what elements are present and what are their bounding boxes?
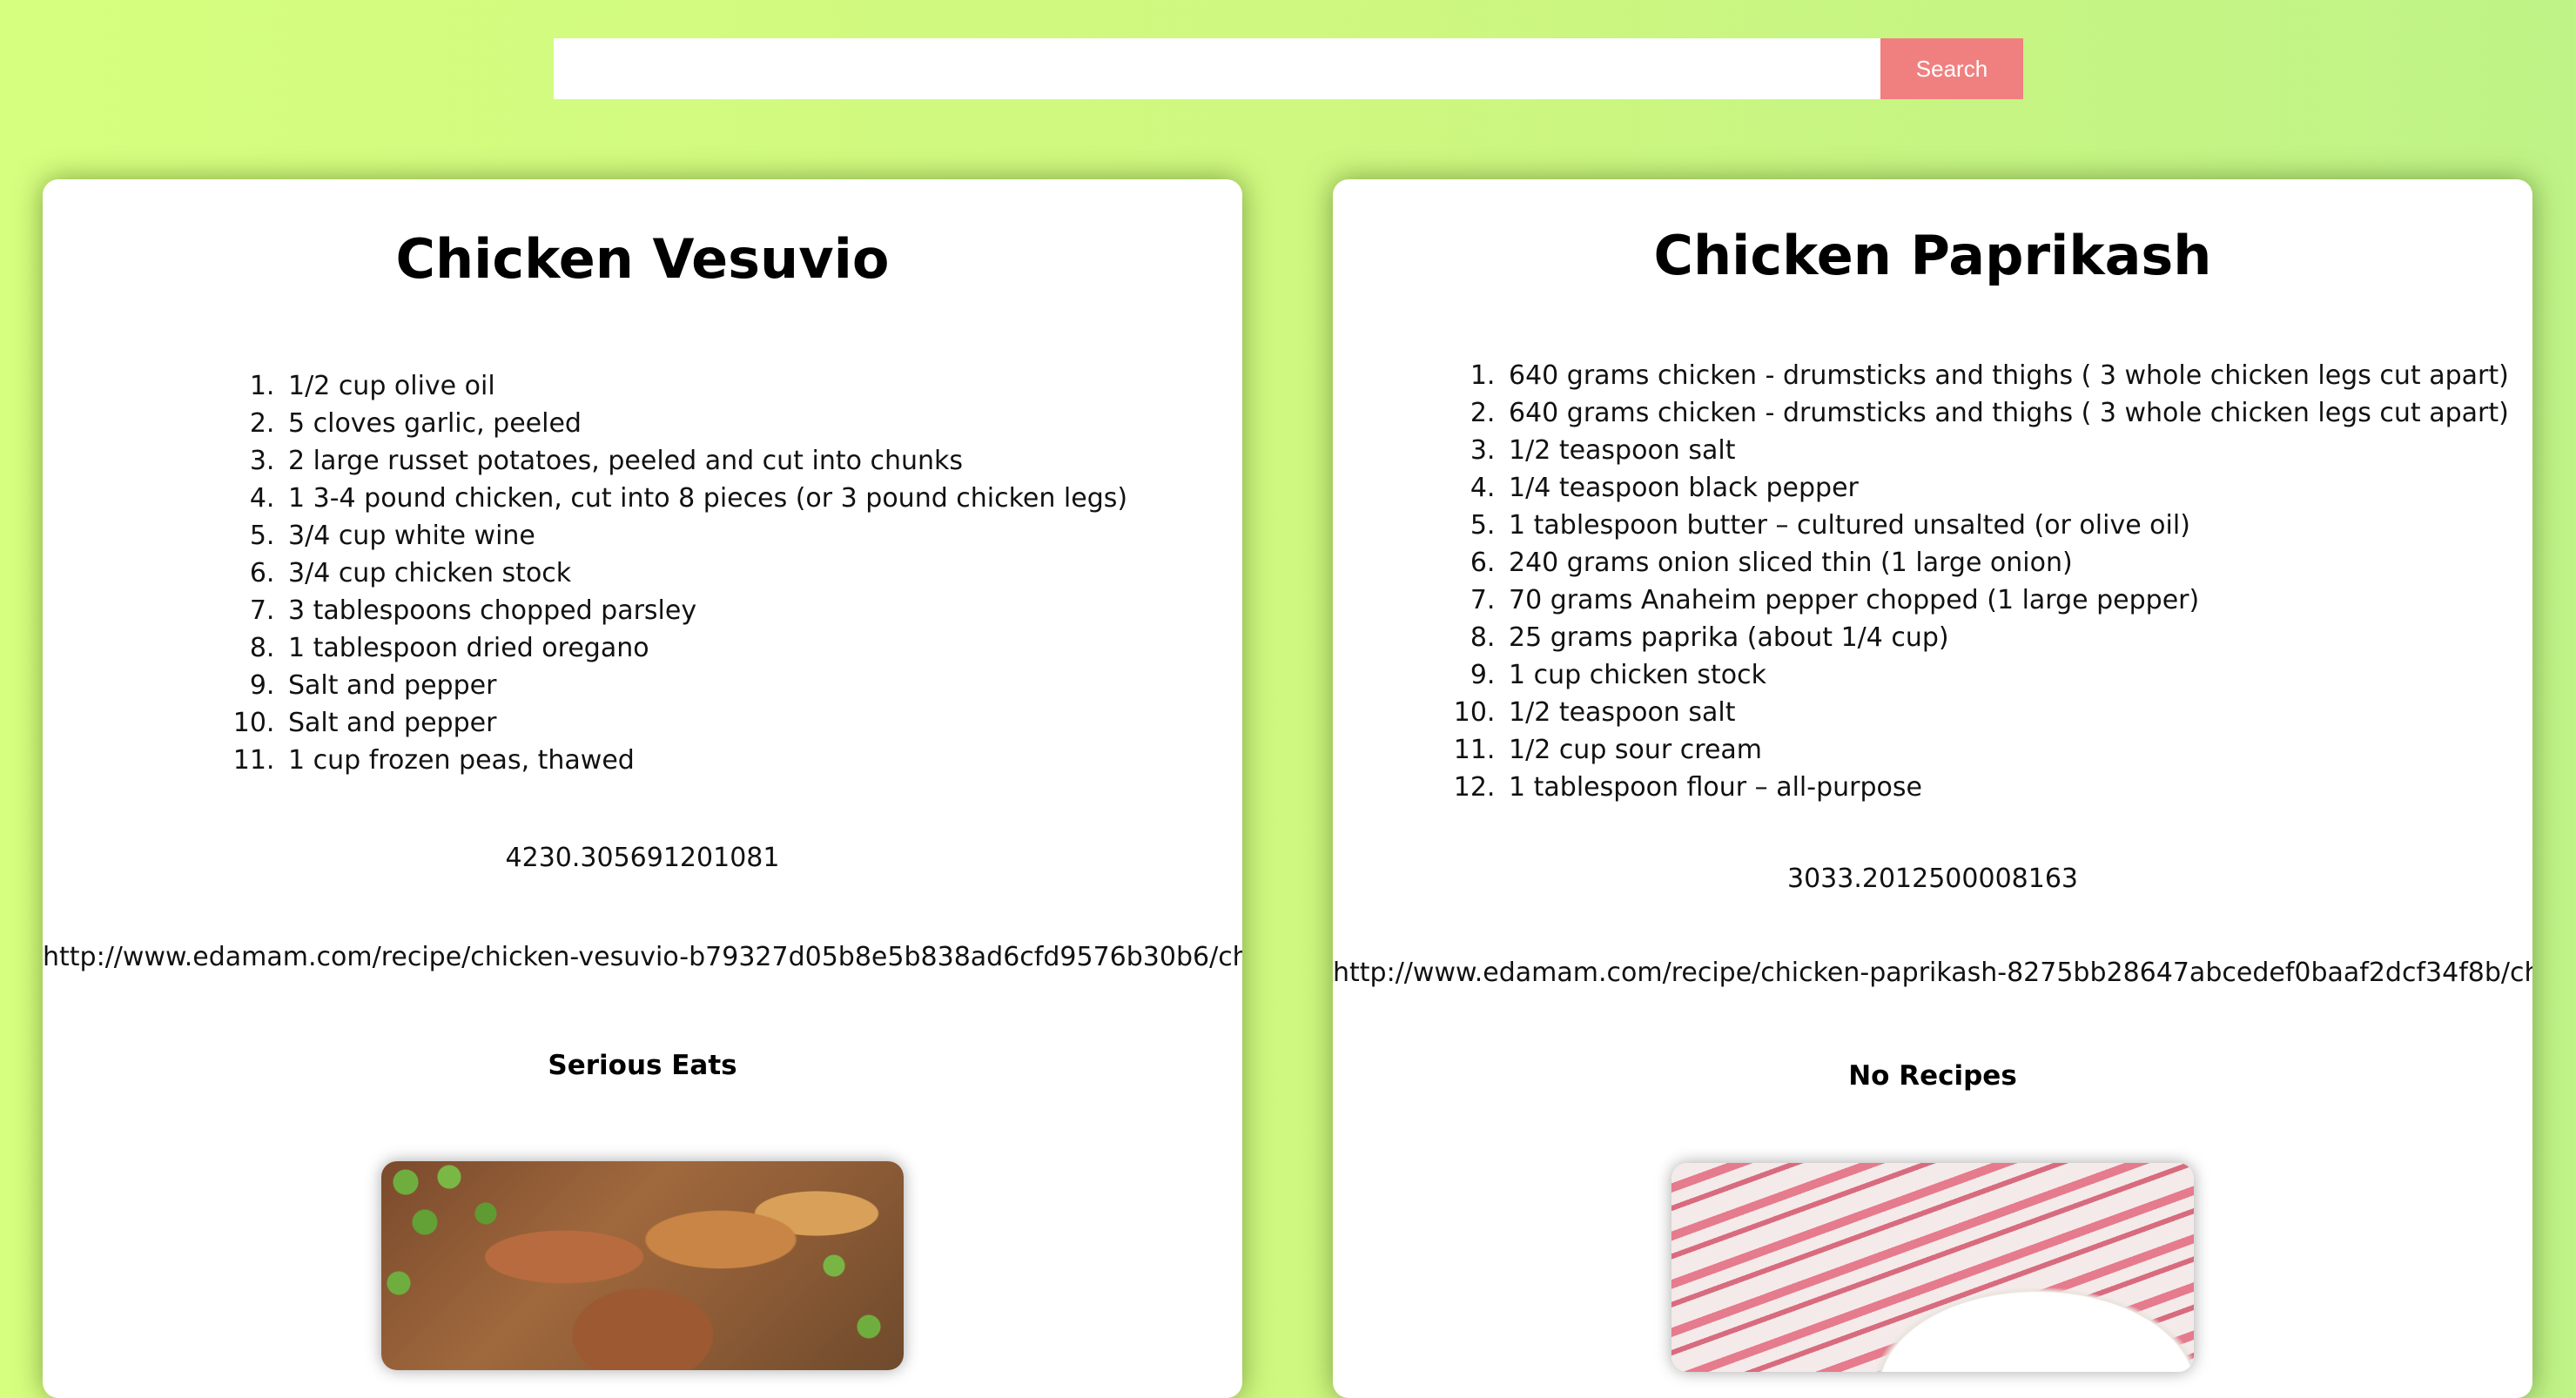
- ingredient-item: 1/2 cup sour cream: [1503, 731, 2509, 769]
- ingredient-item: 25 grams paprika (about 1/4 cup): [1503, 619, 2509, 656]
- ingredient-item: 240 grams onion sliced thin (1 large oni…: [1503, 544, 2509, 581]
- recipe-source: No Recipes: [1848, 1060, 2017, 1092]
- ingredient-item: 1/2 teaspoon salt: [1503, 694, 2509, 731]
- recipe-image: [1671, 1163, 2194, 1372]
- recipe-title: Chicken Vesuvio: [395, 227, 890, 291]
- ingredient-item: 1/2 teaspoon salt: [1503, 432, 2509, 469]
- ingredient-item: 640 grams chicken - drumsticks and thigh…: [1503, 357, 2509, 394]
- recipe-url: http://www.edamam.com/recipe/chicken-ves…: [43, 942, 1242, 972]
- ingredient-item: Salt and pepper: [283, 704, 1127, 742]
- ingredient-item: 1 cup chicken stock: [1503, 656, 2509, 694]
- recipe-image: [381, 1161, 904, 1370]
- ingredient-item: 2 large russet potatoes, peeled and cut …: [283, 442, 1127, 480]
- recipe-calories: 3033.2012500008163: [1786, 864, 2078, 894]
- recipe-source: Serious Eats: [548, 1050, 737, 1081]
- ingredient-item: Salt and pepper: [283, 667, 1127, 704]
- ingredient-list: 1/2 cup olive oil 5 cloves garlic, peele…: [283, 367, 1127, 779]
- ingredient-item: 3/4 cup white wine: [283, 517, 1127, 554]
- ingredient-item: 3/4 cup chicken stock: [283, 554, 1127, 592]
- search-input[interactable]: [554, 38, 1880, 99]
- recipe-calories: 4230.305691201081: [505, 843, 780, 873]
- ingredient-list: 640 grams chicken - drumsticks and thigh…: [1503, 357, 2509, 806]
- ingredient-item: 1 tablespoon flour – all-purpose: [1503, 769, 2509, 806]
- search-button[interactable]: Search: [1880, 38, 2023, 99]
- ingredient-item: 5 cloves garlic, peeled: [283, 405, 1127, 442]
- ingredient-item: 70 grams Anaheim pepper chopped (1 large…: [1503, 581, 2509, 619]
- ingredient-item: 1 tablespoon butter – cultured unsalted …: [1503, 507, 2509, 544]
- recipe-url: http://www.edamam.com/recipe/chicken-pap…: [1333, 958, 2532, 988]
- recipe-title: Chicken Paprikash: [1653, 224, 2212, 287]
- ingredient-item: 1/4 teaspoon black pepper: [1503, 469, 2509, 507]
- ingredient-item: 1 cup frozen peas, thawed: [283, 742, 1127, 779]
- ingredient-item: 1 tablespoon dried oregano: [283, 629, 1127, 667]
- recipe-card: Chicken Paprikash 640 grams chicken - dr…: [1333, 179, 2532, 1398]
- ingredient-item: 3 tablespoons chopped parsley: [283, 592, 1127, 629]
- recipe-card: Chicken Vesuvio 1/2 cup olive oil 5 clov…: [43, 179, 1242, 1398]
- ingredient-item: 1/2 cup olive oil: [283, 367, 1127, 405]
- ingredient-item: 640 grams chicken - drumsticks and thigh…: [1503, 394, 2509, 432]
- ingredient-item: 1 3-4 pound chicken, cut into 8 pieces (…: [283, 480, 1127, 517]
- search-bar: Search: [554, 38, 2023, 99]
